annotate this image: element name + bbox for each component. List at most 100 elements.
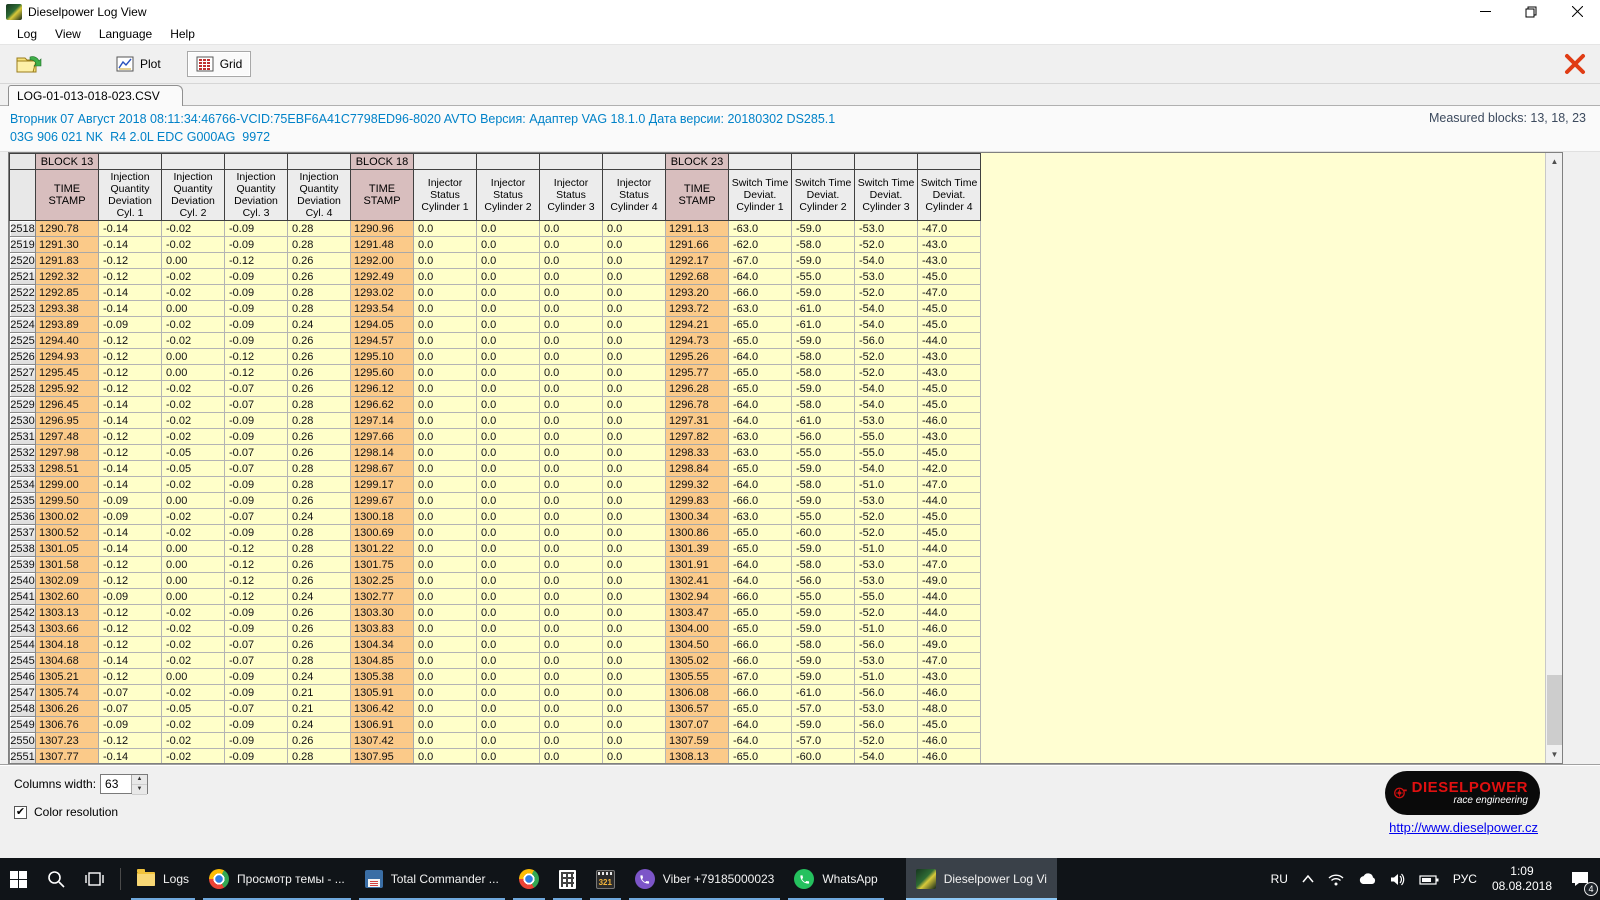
grid-cell[interactable]: -51.0 [855,477,918,493]
grid-cell[interactable]: 0.0 [540,221,603,237]
grid-cell[interactable]: 1299.32 [666,477,729,493]
grid-cell[interactable]: 0.0 [603,317,666,333]
grid-cell[interactable]: -44.0 [918,541,981,557]
grid-cell[interactable]: 0.28 [288,301,351,317]
grid-cell[interactable]: 0.0 [477,253,540,269]
grid-cell[interactable]: 0.0 [477,269,540,285]
grid-cell[interactable]: -59.0 [792,605,855,621]
grid-cell[interactable]: 0.0 [477,557,540,573]
grid-cell[interactable]: -0.12 [99,365,162,381]
grid-cell[interactable]: -65.0 [729,701,792,717]
row-number[interactable]: 2546 [10,669,36,685]
grid-cell[interactable]: -59.0 [792,253,855,269]
grid-cell[interactable]: -58.0 [792,365,855,381]
grid-cell[interactable]: 1298.67 [351,461,414,477]
grid-cell[interactable]: 1295.77 [666,365,729,381]
grid-cell[interactable]: 0.0 [540,509,603,525]
grid-cell[interactable]: 1298.51 [36,461,99,477]
row-number[interactable]: 2549 [10,717,36,733]
grid-cell[interactable]: 0.0 [540,525,603,541]
grid-cell[interactable]: 0.0 [540,669,603,685]
grid-cell[interactable]: -0.09 [225,733,288,749]
grid-cell[interactable]: -55.0 [855,429,918,445]
grid-cell[interactable]: -63.0 [729,429,792,445]
grid-cell[interactable]: 0.0 [414,237,477,253]
grid-cell[interactable]: -65.0 [729,541,792,557]
row-number[interactable]: 2520 [10,253,36,269]
grid-cell[interactable]: 0.00 [162,493,225,509]
row-number[interactable]: 2529 [10,397,36,413]
grid-cell[interactable]: 0.0 [603,237,666,253]
grid-cell[interactable]: 1294.40 [36,333,99,349]
grid-cell[interactable]: 0.0 [477,509,540,525]
grid-cell[interactable]: -0.14 [99,653,162,669]
grid-cell[interactable]: -61.0 [792,413,855,429]
grid-cell[interactable]: -0.12 [99,333,162,349]
grid-cell[interactable]: -45.0 [918,445,981,461]
grid-cell[interactable]: 0.0 [603,525,666,541]
row-number[interactable]: 2527 [10,365,36,381]
grid-cell[interactable]: -0.02 [162,525,225,541]
grid-cell[interactable]: 1304.18 [36,637,99,653]
grid-cell[interactable]: -0.12 [99,253,162,269]
grid-cell[interactable]: -52.0 [855,509,918,525]
grid-cell[interactable]: -0.09 [225,333,288,349]
grid-cell[interactable]: 0.26 [288,253,351,269]
grid-cell[interactable]: -44.0 [918,333,981,349]
grid-cell[interactable]: -46.0 [918,621,981,637]
grid-cell[interactable]: -51.0 [855,541,918,557]
row-number[interactable]: 2524 [10,317,36,333]
open-file-button[interactable] [8,49,50,79]
grid-cell[interactable]: 1293.38 [36,301,99,317]
grid-cell[interactable]: -51.0 [855,621,918,637]
row-number[interactable]: 2521 [10,269,36,285]
grid-cell[interactable]: -44.0 [918,493,981,509]
grid-cell[interactable]: 1301.58 [36,557,99,573]
grid-cell[interactable]: -0.09 [225,669,288,685]
grid-cell[interactable]: -0.09 [225,221,288,237]
grid-cell[interactable]: 1301.22 [351,541,414,557]
grid-cell[interactable]: 1307.77 [36,749,99,765]
grid-cell[interactable]: 1298.84 [666,461,729,477]
grid-cell[interactable]: -56.0 [855,685,918,701]
grid-cell[interactable]: 0.0 [540,349,603,365]
row-number[interactable]: 2535 [10,493,36,509]
grid-cell[interactable]: 0.0 [477,605,540,621]
grid-cell[interactable]: -43.0 [918,429,981,445]
grid-cell[interactable]: -63.0 [729,509,792,525]
grid-cell[interactable]: 0.0 [603,413,666,429]
grid-cell[interactable]: -0.09 [225,317,288,333]
grid-cell[interactable]: -0.12 [225,589,288,605]
row-number[interactable]: 2534 [10,477,36,493]
grid-cell[interactable]: 1292.00 [351,253,414,269]
grid-cell[interactable]: -56.0 [855,333,918,349]
grid-cell[interactable]: 0.0 [603,653,666,669]
grid-cell[interactable]: 0.26 [288,557,351,573]
grid-cell[interactable]: 1294.21 [666,317,729,333]
spinner-down-icon[interactable]: ▼ [132,785,147,795]
grid-cell[interactable]: 0.0 [414,621,477,637]
grid-button[interactable]: Grid [187,51,252,77]
grid-cell[interactable]: 0.00 [162,669,225,685]
grid-cell[interactable]: -52.0 [855,605,918,621]
grid-cell[interactable]: -0.12 [99,637,162,653]
grid-cell[interactable]: 0.0 [414,605,477,621]
grid-cell[interactable]: -47.0 [918,557,981,573]
grid-cell[interactable]: 0.0 [603,269,666,285]
row-number[interactable]: 2550 [10,733,36,749]
grid-cell[interactable]: 1302.09 [36,573,99,589]
grid-cell[interactable]: 1292.49 [351,269,414,285]
grid-cell[interactable]: 0.0 [540,749,603,765]
grid-cell[interactable]: 0.00 [162,365,225,381]
grid-cell[interactable]: -0.02 [162,221,225,237]
grid-cell[interactable]: 0.21 [288,685,351,701]
grid-cell[interactable]: -0.09 [225,717,288,733]
grid-cell[interactable]: -0.02 [162,269,225,285]
grid-cell[interactable]: 0.0 [603,477,666,493]
row-number[interactable]: 2537 [10,525,36,541]
grid-cell[interactable]: 1303.30 [351,605,414,621]
grid-cell[interactable]: -0.02 [162,429,225,445]
grid-cell[interactable]: -0.02 [162,637,225,653]
grid-cell[interactable]: -0.02 [162,317,225,333]
grid-cell[interactable]: 1305.91 [351,685,414,701]
